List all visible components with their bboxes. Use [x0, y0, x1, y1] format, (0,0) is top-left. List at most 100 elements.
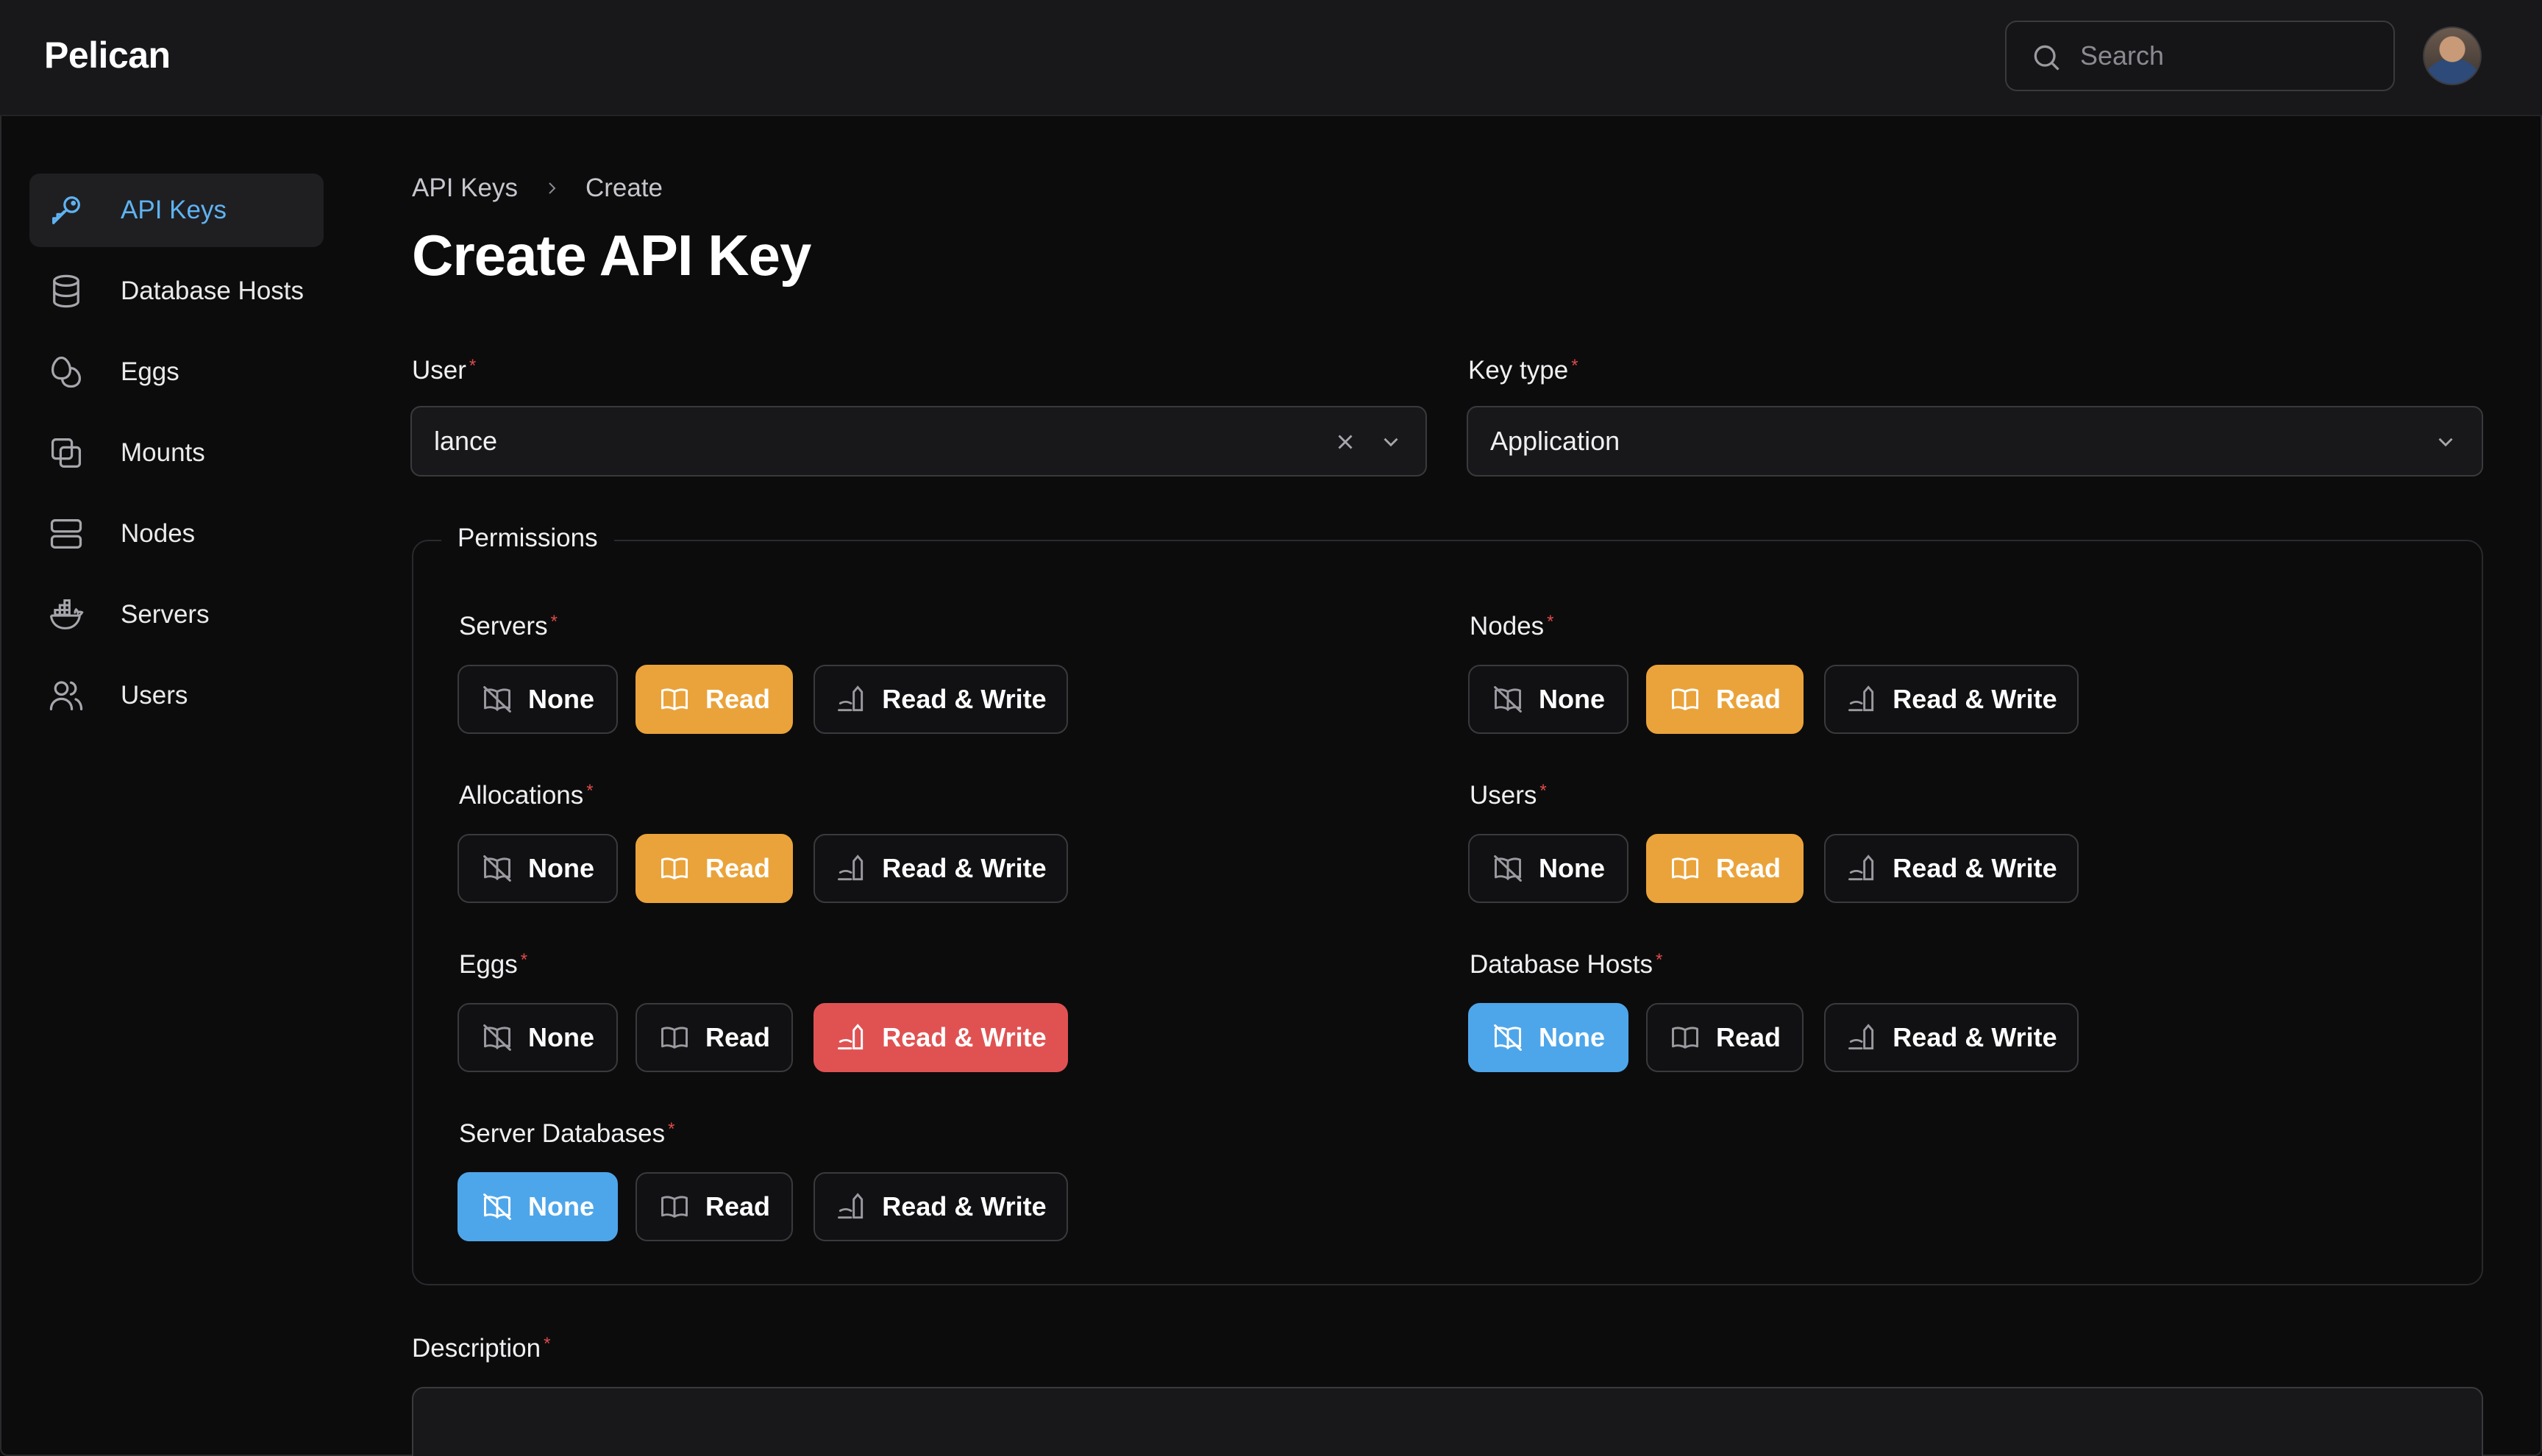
book-off-icon	[1492, 683, 1539, 715]
button-label: Read & Write	[1893, 1022, 2057, 1052]
sidebar-item-servers[interactable]: Servers	[29, 578, 324, 652]
permission-allocations-none-button[interactable]: None	[458, 834, 618, 903]
sidebar-item-database-hosts[interactable]: Database Hosts	[29, 254, 324, 328]
permission-allocations-read-button[interactable]: Read	[636, 834, 793, 903]
breadcrumb-link-api-keys[interactable]: API Keys	[412, 174, 518, 203]
search-icon	[2034, 45, 2059, 71]
breadcrumb: API Keys Create	[412, 174, 663, 203]
sidebar-item-label: Users	[121, 681, 188, 710]
sidebar-item-users[interactable]: Users	[29, 659, 324, 732]
button-label: Read & Write	[882, 684, 1047, 714]
button-label: Read	[1715, 1022, 1781, 1052]
key-type-select-value: Application	[1490, 426, 1620, 456]
button-label: None	[1539, 853, 1605, 883]
button-label: Read	[1715, 853, 1781, 883]
sidebar-item-eggs[interactable]: Eggs	[29, 335, 324, 409]
user-select-value: lance	[434, 426, 498, 456]
permission-database-hosts-read-write-button[interactable]: Read & Write	[1824, 1003, 2079, 1072]
sidebar-item-label: Database Hosts	[121, 276, 305, 305]
button-label: Read & Write	[882, 853, 1047, 883]
user-field-label: User *	[412, 356, 477, 385]
book-open-icon	[658, 1191, 705, 1223]
users-icon	[46, 675, 87, 716]
docker-icon	[46, 594, 87, 635]
permission-label-database-hosts: Database Hosts *	[1470, 950, 1663, 979]
permission-eggs-none-button[interactable]: None	[458, 1003, 618, 1072]
book-open-icon	[1669, 1021, 1716, 1054]
permission-label-users: Users *	[1470, 781, 1547, 810]
sidebar-item-mounts[interactable]: Mounts	[29, 416, 324, 490]
button-label: Read	[705, 684, 771, 714]
book-open-icon	[658, 683, 705, 715]
permission-eggs-read-write-button[interactable]: Read & Write	[813, 1003, 1068, 1072]
book-open-icon	[658, 1021, 705, 1054]
permission-nodes-read-button[interactable]: Read	[1646, 665, 1804, 734]
permission-servers-none-button[interactable]: None	[458, 665, 618, 734]
sidebar-item-label: Servers	[121, 600, 210, 629]
button-label: Read	[1715, 684, 1781, 714]
permission-users-read-write-button[interactable]: Read & Write	[1824, 834, 2079, 903]
permission-nodes-read-write-button[interactable]: Read & Write	[1824, 665, 2079, 734]
pencil-icon	[835, 1021, 882, 1054]
avatar[interactable]	[2423, 26, 2482, 85]
search-input[interactable]	[2080, 35, 2374, 76]
permission-eggs-read-button[interactable]: Read	[636, 1003, 793, 1072]
page-title: Create API Key	[412, 223, 811, 288]
key-type-field-label: Key type *	[1468, 356, 1578, 385]
permission-servers-read-button[interactable]: Read	[636, 665, 793, 734]
pencil-icon	[1845, 683, 1893, 715]
user-select[interactable]: lance	[410, 406, 1427, 477]
permission-label-server-databases: Server Databases *	[459, 1119, 675, 1148]
pencil-icon	[835, 852, 882, 885]
button-label: Read & Write	[1893, 684, 2057, 714]
permission-server-databases-none-button[interactable]: None	[458, 1172, 618, 1241]
eggs-icon	[46, 351, 87, 393]
description-textarea[interactable]	[412, 1387, 2483, 1456]
button-label: Read	[705, 1022, 771, 1052]
sidebar-item-api-keys[interactable]: API Keys	[29, 174, 324, 247]
permission-users-none-button[interactable]: None	[1468, 834, 1628, 903]
book-off-icon	[481, 1191, 528, 1223]
permission-servers-read-write-button[interactable]: Read & Write	[813, 665, 1068, 734]
button-label: None	[528, 853, 594, 883]
sidebar-item-nodes[interactable]: Nodes	[29, 497, 324, 571]
sidebar-item-label: API Keys	[121, 196, 227, 224]
server-stack-icon	[46, 513, 87, 554]
book-off-icon	[481, 1021, 528, 1054]
permission-nodes-none-button[interactable]: None	[1468, 665, 1628, 734]
button-label: Read & Write	[1893, 853, 2057, 883]
permission-label-allocations: Allocations *	[459, 781, 594, 810]
book-off-icon	[1492, 1021, 1539, 1054]
mounts-icon	[46, 432, 87, 474]
button-label: None	[528, 684, 594, 714]
permission-server-databases-read-button[interactable]: Read	[636, 1172, 793, 1241]
book-open-icon	[1669, 852, 1716, 885]
description-field-label: Description *	[412, 1334, 551, 1363]
permission-users-read-button[interactable]: Read	[1646, 834, 1804, 903]
brand-logo[interactable]: Pelican	[44, 34, 171, 76]
permissions-legend: Permissions	[441, 524, 614, 553]
search-box[interactable]	[2005, 21, 2395, 91]
permission-label-eggs: Eggs *	[459, 950, 528, 979]
clear-icon[interactable]	[1333, 429, 1358, 454]
permission-label-servers: Servers *	[459, 612, 558, 640]
sidebar-item-label: Mounts	[121, 438, 205, 467]
button-label: None	[528, 1191, 594, 1221]
sidebar-item-label: Nodes	[121, 519, 196, 548]
permission-allocations-read-write-button[interactable]: Read & Write	[813, 834, 1068, 903]
permission-server-databases-read-write-button[interactable]: Read & Write	[813, 1172, 1068, 1241]
button-label: None	[1539, 684, 1605, 714]
pencil-icon	[835, 1191, 882, 1223]
key-type-select[interactable]: Application	[1467, 406, 2483, 477]
database-icon	[46, 271, 87, 312]
book-off-icon	[1492, 852, 1539, 885]
breadcrumb-current: Create	[585, 174, 663, 202]
book-off-icon	[481, 683, 528, 715]
permission-database-hosts-none-button[interactable]: None	[1468, 1003, 1628, 1072]
permission-database-hosts-read-button[interactable]: Read	[1646, 1003, 1804, 1072]
chevron-down-icon[interactable]	[2433, 429, 2458, 454]
key-icon	[46, 190, 87, 231]
button-label: Read & Write	[882, 1191, 1047, 1221]
chevron-down-icon[interactable]	[1378, 429, 1403, 454]
chevron-right-icon	[549, 182, 556, 194]
